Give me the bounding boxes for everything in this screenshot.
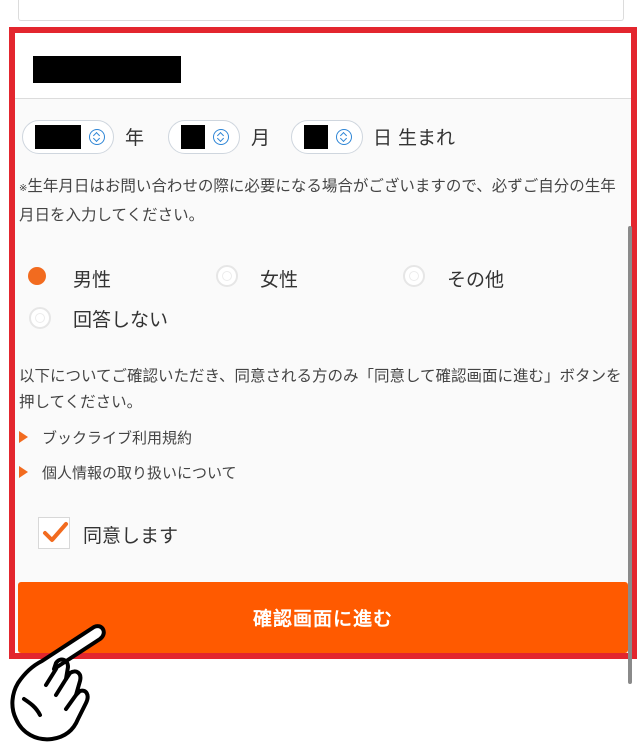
birthdate-note: ※生年月日はお問い合わせの際に必要になる場合がございますので、必ずご自分の生年月…	[19, 173, 625, 228]
triangle-right-icon	[19, 431, 28, 443]
month-unit-label: 月	[251, 127, 271, 149]
birth-year-select[interactable]	[22, 120, 114, 154]
agree-label[interactable]: 同意します	[83, 521, 178, 548]
birth-month-select[interactable]	[168, 120, 240, 154]
note-text: 生年月日はお問い合わせの際に必要になる場合がございますので、必ずご自分の生年月日…	[19, 177, 616, 224]
privacy-link[interactable]: 個人情報の取り扱いについて	[42, 462, 237, 483]
gender-label-male[interactable]: 男性	[73, 265, 111, 292]
gender-radio-no-answer[interactable]	[29, 307, 51, 329]
year-unit-label: 年	[125, 127, 145, 149]
terms-link[interactable]: ブックライブ利用規約	[42, 427, 192, 448]
gender-label-no-answer[interactable]: 回答しない	[73, 305, 168, 332]
agree-checkbox[interactable]	[38, 517, 70, 549]
redacted-day	[304, 125, 328, 149]
day-unit-label: 日 生まれ	[373, 127, 456, 149]
check-icon	[43, 522, 68, 542]
scrollbar[interactable]	[628, 226, 632, 684]
gender-radio-male[interactable]	[28, 267, 46, 285]
chevron-updown-icon	[336, 129, 352, 145]
triangle-right-icon	[19, 466, 28, 478]
redacted-name	[33, 56, 181, 83]
gender-label-female[interactable]: 女性	[260, 265, 298, 292]
chevron-updown-icon	[89, 129, 105, 145]
previous-input-field[interactable]	[18, 0, 624, 21]
redacted-year	[35, 125, 81, 149]
gender-label-other[interactable]: その他	[447, 265, 504, 292]
gender-radio-female[interactable]	[216, 265, 238, 287]
chevron-updown-icon	[213, 129, 229, 145]
name-field[interactable]	[15, 33, 631, 99]
pointing-hand-icon	[10, 624, 106, 742]
birth-day-select[interactable]	[291, 120, 363, 154]
gender-radio-other[interactable]	[403, 265, 425, 287]
agreement-intro: 以下についてご確認いただき、同意される方のみ「同意して確認画面に進む」ボタンを押…	[19, 367, 622, 411]
redacted-month	[181, 125, 205, 149]
highlight-frame: 年 月 日 生まれ ※生年月日はお問い合わせの際に必要になる場合がございますので…	[9, 27, 637, 659]
